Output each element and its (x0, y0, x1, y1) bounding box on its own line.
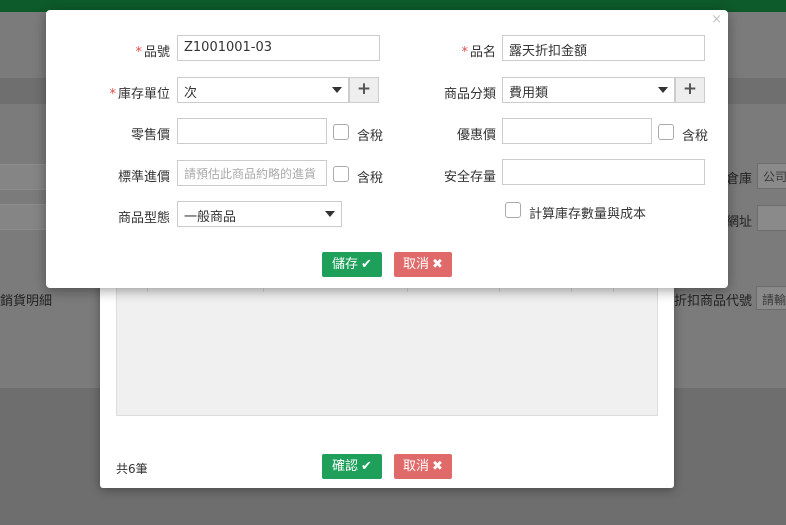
calc-stock-checkbox[interactable] (505, 202, 521, 218)
safety-stock-label: 安全存量 (443, 170, 496, 185)
bg-discount-code-input[interactable]: 請輸 (756, 286, 786, 310)
confirm-button-label: 確認 (332, 459, 359, 474)
save-button[interactable]: 儲存 ✔ (322, 252, 382, 277)
item-no-input[interactable]: Z1001001-03 (177, 35, 380, 61)
close-icon[interactable]: × (711, 12, 722, 27)
stock-unit-label: * 庫存單位 (109, 87, 170, 102)
discount-price-input[interactable] (502, 118, 652, 144)
cross-icon: ✖ (432, 257, 443, 272)
bg-sales-detail-label: 銷貨明細 (0, 294, 53, 309)
calc-stock-label: 計算庫存數量與成本 (529, 207, 647, 222)
retail-price-input[interactable] (177, 118, 327, 144)
retail-price-tax-checkbox[interactable] (333, 124, 349, 140)
bg-address-label: 網址 (726, 215, 753, 230)
cancel-button[interactable]: 取消 ✖ (394, 252, 452, 277)
retail-price-tax-label: 含稅 (357, 129, 384, 144)
product-form-dialog: × * 品號 Z1001001-03 * 品名 露天折扣金額 * 庫存單位 次 + 商… (46, 10, 728, 288)
retail-price-label: 零售價 (130, 128, 170, 143)
cancel-button-label: 取消 (403, 257, 430, 272)
bg-address-input[interactable] (757, 205, 786, 231)
item-list-dialog: 共6筆 確認 ✔ 取消 ✖ (100, 276, 674, 488)
bg-warehouse-select[interactable]: 公司 (757, 163, 786, 189)
safety-stock-input[interactable] (502, 159, 705, 185)
add-stock-unit-button[interactable]: + (349, 77, 379, 103)
stock-unit-value: 次 (184, 86, 198, 101)
confirm-button[interactable]: 確認 ✔ (322, 454, 382, 479)
item-no-label: * 品號 (135, 45, 170, 60)
lower-cancel-button-label: 取消 (403, 459, 430, 474)
stock-unit-select[interactable]: 次 (177, 77, 349, 103)
chevron-down-icon (658, 87, 668, 93)
std-cost-input[interactable]: 請預估此商品約略的進貨 (177, 160, 327, 186)
chevron-down-icon (325, 211, 335, 217)
check-icon: ✔ (361, 257, 372, 272)
bg-discount-code-label: 折扣商品代號 (674, 294, 753, 309)
item-name-label: * 品名 (461, 45, 496, 60)
required-mark: * (461, 45, 468, 60)
category-value: 費用類 (509, 86, 549, 101)
std-cost-tax-checkbox[interactable] (333, 166, 349, 182)
required-mark: * (109, 87, 116, 102)
check-icon: ✔ (361, 459, 372, 474)
category-select[interactable]: 費用類 (502, 77, 675, 103)
bg-warehouse-label: 倉庫 (726, 172, 753, 187)
product-type-value: 一般商品 (184, 210, 237, 225)
chevron-down-icon (332, 87, 342, 93)
required-mark: * (135, 45, 142, 60)
item-name-input[interactable]: 露天折扣金額 (502, 35, 705, 61)
save-button-label: 儲存 (332, 257, 359, 272)
item-list-table (116, 276, 658, 416)
discount-price-tax-checkbox[interactable] (658, 124, 674, 140)
discount-price-label: 優惠價 (456, 128, 496, 143)
std-cost-tax-label: 含稅 (357, 171, 384, 186)
product-type-select[interactable]: 一般商品 (177, 201, 342, 227)
cross-icon: ✖ (432, 459, 443, 474)
std-cost-label: 標準進價 (117, 170, 170, 185)
category-label: 商品分類 (443, 87, 496, 102)
record-count: 共6筆 (116, 462, 148, 476)
lower-cancel-button[interactable]: 取消 ✖ (394, 454, 452, 479)
discount-price-tax-label: 含稅 (682, 129, 709, 144)
product-type-label: 商品型態 (117, 211, 170, 226)
add-category-button[interactable]: + (675, 77, 705, 103)
